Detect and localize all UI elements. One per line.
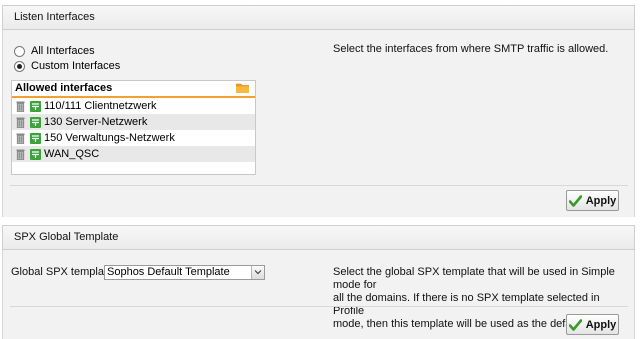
apply-button-interfaces[interactable]: Apply: [566, 190, 619, 211]
trash-icon[interactable]: [16, 149, 25, 160]
list-item: 130 Server-Netzwerk: [12, 114, 255, 130]
network-icon: [30, 132, 41, 144]
list-item: 150 Verwaltungs-Netzwerk: [12, 130, 255, 146]
folder-icon[interactable]: [236, 83, 249, 93]
listen-interfaces-title: Listen Interfaces: [14, 11, 95, 23]
spx-template-title: SPX Global Template: [14, 231, 119, 243]
interface-name: 150 Verwaltungs-Netzwerk: [44, 132, 175, 144]
divider: [10, 306, 628, 307]
trash-icon[interactable]: [16, 101, 25, 112]
spx-description-line: Select the global SPX template that will…: [333, 266, 615, 291]
list-item: 110/111 Clientnetzwerk: [12, 98, 255, 114]
listen-interfaces-header: Listen Interfaces: [2, 5, 635, 30]
checkmark-icon: [568, 194, 582, 207]
network-icon: [30, 100, 41, 112]
listen-interfaces-description: Select the interfaces from where SMTP tr…: [333, 43, 609, 55]
apply-button-label: Apply: [585, 318, 617, 331]
apply-button-spx[interactable]: Apply: [566, 314, 619, 335]
select-value: Sophos Default Template: [107, 266, 230, 278]
global-spx-template-select[interactable]: Sophos Default Template: [104, 265, 265, 280]
allowed-interfaces-label: Allowed interfaces: [15, 82, 113, 94]
radio-button-all[interactable]: [14, 45, 25, 57]
radio-button-custom[interactable]: [14, 60, 25, 72]
list-item: WAN_QSC: [12, 146, 255, 162]
radio-custom-interfaces[interactable]: Custom Interfaces: [14, 59, 120, 73]
network-icon: [30, 116, 41, 128]
apply-button-label: Apply: [585, 194, 617, 207]
interface-name: 130 Server-Netzwerk: [44, 116, 148, 128]
divider: [10, 185, 628, 186]
interface-name: WAN_QSC: [44, 148, 100, 160]
checkmark-icon: [568, 318, 582, 331]
global-spx-template-label: Global SPX template:: [11, 266, 117, 278]
trash-icon[interactable]: [16, 117, 25, 128]
allowed-interfaces-header: Allowed interfaces: [12, 81, 255, 98]
radio-custom-label: Custom Interfaces: [31, 60, 121, 72]
network-icon: [30, 148, 41, 160]
radio-all-interfaces[interactable]: All Interfaces: [14, 44, 95, 58]
spx-template-header: SPX Global Template: [2, 225, 635, 250]
trash-icon[interactable]: [16, 133, 25, 144]
allowed-interfaces-list: Allowed interfaces 110/111 Clientnetzwer…: [11, 80, 256, 175]
chevron-down-icon[interactable]: [251, 266, 264, 279]
interface-name: 110/111 Clientnetzwerk: [44, 100, 157, 112]
radio-all-label: All Interfaces: [31, 45, 95, 57]
